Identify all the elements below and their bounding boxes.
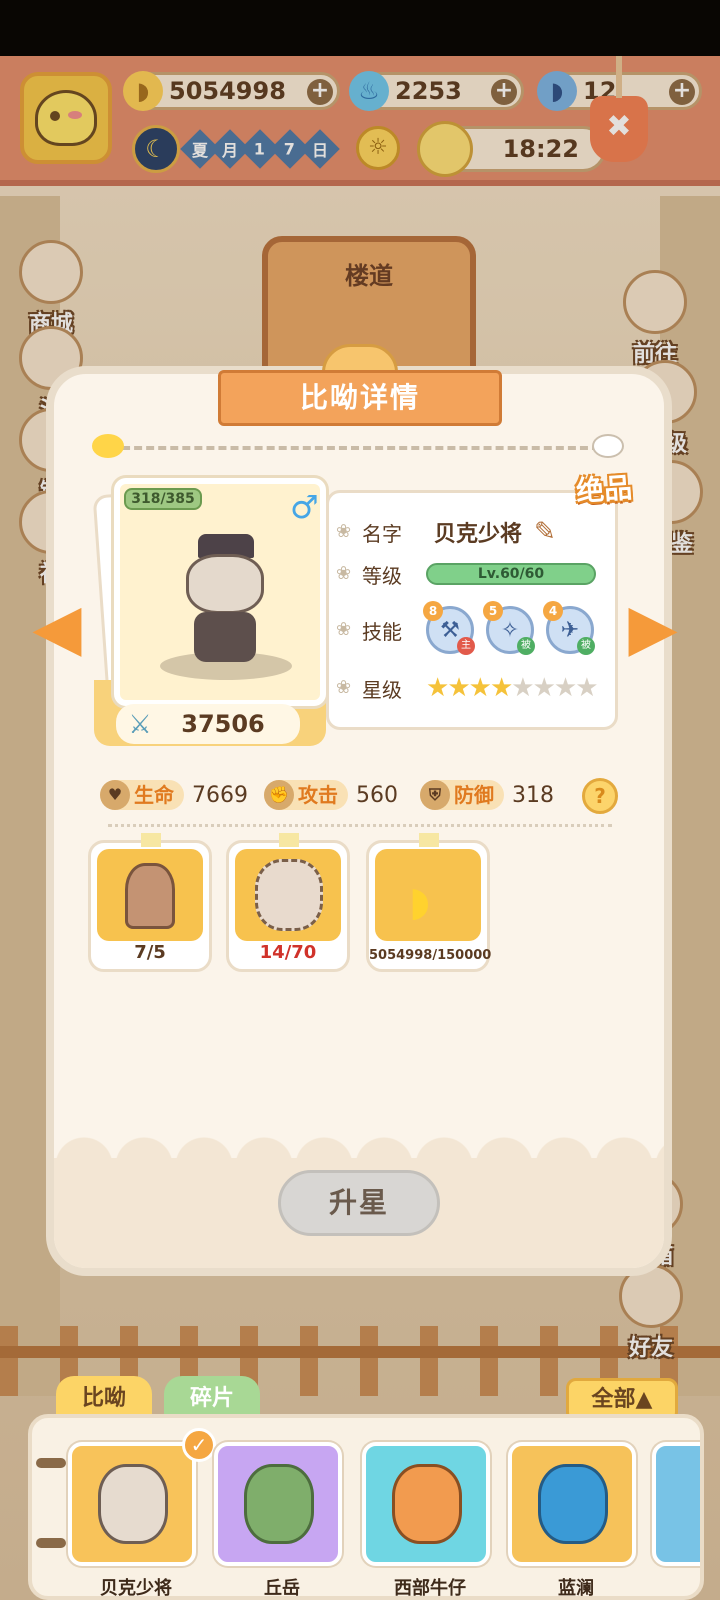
skill-level: 8 <box>423 601 443 621</box>
pet-thumb <box>392 1464 462 1544</box>
star-row: ❀ 星级 ★ ★ ★ ★ ★ ★ ★ ★ <box>336 668 599 708</box>
tape <box>279 833 299 847</box>
pet-roster: 贝克少将 ✓ 丘岳 西部牛仔 蓝澜 <box>28 1414 704 1600</box>
level-bar: Lv.60/60 <box>426 563 596 585</box>
material-count: 5054998/150000 <box>369 948 492 963</box>
banana-icon: ◗ <box>409 879 431 925</box>
skill-tag: 被 <box>517 637 535 655</box>
statue-icon <box>125 863 175 929</box>
edit-name-pencil-icon[interactable]: ✎ <box>534 517 556 547</box>
roster-slot[interactable]: 蓝澜 <box>508 1442 636 1596</box>
star-filled-icon: ★ <box>447 673 471 703</box>
rarity-badge: 绝品 <box>575 471 634 508</box>
skill-wrench-icon[interactable]: ⚒ 8 主 <box>423 601 475 655</box>
skill-tag: 被 <box>577 637 595 655</box>
stats-row: ♥ 生命 7669 ✊ 攻击 560 ⛨ 防御 318 ? <box>100 778 620 814</box>
material-slot: ◗ <box>375 849 481 941</box>
star-rating: ★ ★ ★ ★ ★ ★ ★ ★ <box>426 673 599 703</box>
crossed-swords-icon: ⚔ <box>128 710 152 740</box>
def-label: 防御 <box>454 783 494 807</box>
hp-badge: 318/385 <box>124 488 202 510</box>
paw-icon: ❀ <box>336 563 352 584</box>
material-count: 7/5 <box>134 942 166 963</box>
male-gender-icon: ♂ <box>290 488 319 526</box>
stats-help-button[interactable]: ? <box>582 778 618 814</box>
yellow-blob-icon <box>92 434 124 458</box>
star-empty-icon: ★ <box>553 673 578 703</box>
skill-compass-icon[interactable]: ✧ 5 被 <box>483 601 535 655</box>
star-empty-icon: ★ <box>511 673 535 703</box>
hp-value: 7669 <box>192 782 248 808</box>
pet-name: 贝克少将 <box>434 522 523 547</box>
atk-value: 560 <box>356 782 398 808</box>
paw-icon: ❀ <box>336 619 352 640</box>
stat-defense: ⛨ 防御 318 <box>420 778 554 812</box>
pet-portrait <box>170 534 280 664</box>
title-divider <box>110 446 600 450</box>
atk-label: 攻击 <box>298 783 338 807</box>
binder-pin <box>36 1538 66 1548</box>
material-slot <box>235 849 341 941</box>
skill-level: 4 <box>543 601 563 621</box>
stat-hp: ♥ 生命 7669 <box>100 778 248 812</box>
fragment-icon <box>255 859 323 931</box>
name-label: 名字 <box>362 521 402 546</box>
paw-icon: ❀ <box>336 521 352 542</box>
star-label: 星级 <box>362 677 402 702</box>
white-blob-icon <box>592 434 624 458</box>
tape <box>141 833 161 847</box>
binder-pin <box>36 1458 66 1468</box>
level-label: 等级 <box>362 563 402 588</box>
material-count: 14/70 <box>259 942 317 963</box>
pet-thumb <box>244 1464 314 1544</box>
skill-row: ❀ 技能 ⚒ 8 主 ✧ 5 被 ✈ 4 被 <box>336 601 606 655</box>
pet-thumb <box>98 1464 168 1544</box>
roster-slot[interactable]: 西部牛仔 <box>362 1442 490 1596</box>
level-row: ❀ 等级 Lv.60/60 <box>336 554 596 594</box>
upgrade-star-button[interactable]: 升星 <box>278 1170 440 1236</box>
pet-body <box>194 612 256 662</box>
heart-icon: ♥ <box>100 780 130 810</box>
star-filled-icon: ★ <box>489 673 514 703</box>
dialog-title: 比呦详情 <box>218 370 502 426</box>
material-statue[interactable]: 7/5 <box>88 833 212 972</box>
star-empty-icon: ★ <box>575 673 599 703</box>
stat-attack: ✊ 攻击 560 <box>264 778 398 812</box>
pet-thumb <box>538 1464 608 1544</box>
shield-icon: ⛨ <box>420 780 450 810</box>
roster-name: 贝克少将 <box>100 1578 172 1599</box>
paw-icon: ❀ <box>336 677 352 698</box>
roster-name: 蓝澜 <box>558 1578 594 1599</box>
roster-slot[interactable]: 贝克少将 <box>68 1442 196 1596</box>
roster-slot-partial[interactable] <box>652 1442 700 1566</box>
skill-tag: 主 <box>457 637 475 655</box>
skill-level: 5 <box>483 601 503 621</box>
tape <box>419 833 439 847</box>
pet-head <box>186 554 264 614</box>
name-row: ❀ 名字 贝克少将 ✎ <box>336 512 556 552</box>
skill-label: 技能 <box>362 619 402 644</box>
def-value: 318 <box>512 782 554 808</box>
stats-divider <box>108 824 612 827</box>
roster-name: 西部牛仔 <box>394 1578 466 1599</box>
roster-slot[interactable]: 丘岳 <box>214 1442 342 1596</box>
material-fragment[interactable]: 14/70 <box>226 833 350 972</box>
prev-pet-arrow-icon[interactable]: ◀ <box>20 596 94 660</box>
star-filled-icon: ★ <box>468 673 492 703</box>
next-pet-arrow-icon[interactable]: ▶ <box>616 596 690 660</box>
star-empty-icon: ★ <box>532 673 556 703</box>
skill-plane-icon[interactable]: ✈ 4 被 <box>543 601 595 655</box>
fist-icon: ✊ <box>264 780 294 810</box>
selected-check-icon: ✓ <box>182 1428 216 1462</box>
star-filled-icon: ★ <box>426 673 450 703</box>
hp-label: 生命 <box>134 783 174 807</box>
roster-name: 丘岳 <box>264 1578 300 1599</box>
material-banana[interactable]: ◗ 5054998/150000 <box>366 833 492 972</box>
material-slot <box>97 849 203 941</box>
